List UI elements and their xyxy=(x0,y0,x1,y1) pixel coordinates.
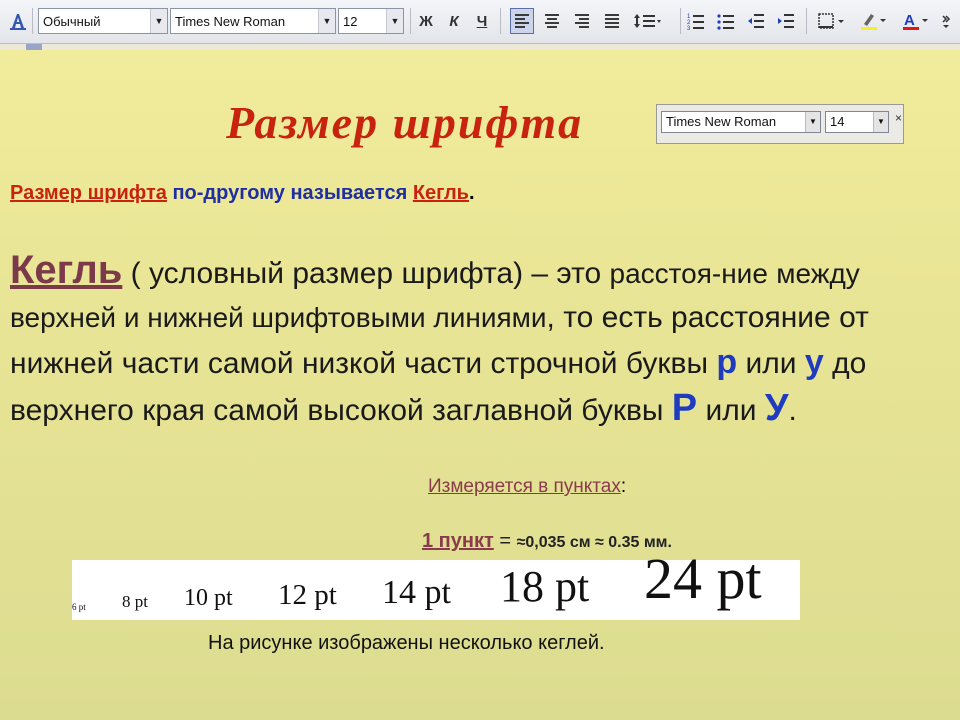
borders-icon xyxy=(818,13,844,29)
svg-text:3: 3 xyxy=(687,26,691,30)
font-size-samples: 6 pt 8 pt 10 pt 12 pt 14 pt 18 pt 24 pt xyxy=(72,546,800,620)
align-left-icon xyxy=(515,14,529,28)
chevron-down-icon[interactable]: ▼ xyxy=(318,9,335,33)
numbered-list-button[interactable]: 123 xyxy=(684,8,708,34)
measured-link[interactable]: Измеряется в пунктах xyxy=(428,476,621,497)
justify-button[interactable] xyxy=(600,8,624,34)
upper-p: Р xyxy=(671,387,698,429)
increase-indent-button[interactable] xyxy=(774,8,798,34)
size-sample-8pt: 8 pt xyxy=(122,592,148,611)
styles-icon[interactable] xyxy=(6,8,30,34)
figure-caption: На рисунке изображены несколько кеглей. xyxy=(208,632,605,654)
intro-middle: по-другому называется xyxy=(166,182,413,204)
formatting-toolbar: Обычный ▼ Times New Roman ▼ 12 ▼ Ж К Ч 1… xyxy=(0,0,960,44)
font-size-select[interactable]: 12 ▼ xyxy=(338,8,404,34)
font-size-value: 12 xyxy=(343,13,358,29)
intro-line: Размер шрифта по-другому называется Кегл… xyxy=(10,182,475,205)
point-definition: 1 пункт = ≈0,035 см ≈ 0.35 мм. xyxy=(422,530,672,553)
style-select[interactable]: Обычный ▼ xyxy=(38,8,168,34)
intro-end: . xyxy=(468,182,475,204)
point-link[interactable]: 1 пункт xyxy=(422,530,494,552)
chevron-down-icon[interactable]: ▼ xyxy=(386,9,403,33)
highlight-icon xyxy=(861,14,886,30)
slide-title: Размер шрифта xyxy=(226,97,584,148)
decrease-indent-button[interactable] xyxy=(744,8,768,34)
kegl-term[interactable]: Кегль xyxy=(10,248,122,292)
font-color-button[interactable]: A xyxy=(898,8,934,34)
increase-indent-icon xyxy=(778,14,794,28)
mini-font-value: Times New Roman xyxy=(666,114,777,129)
line-spacing-button[interactable] xyxy=(630,8,666,34)
def-part1: ( условный размер шрифта) – это xyxy=(122,257,610,290)
highlight-button[interactable] xyxy=(856,8,892,34)
line-spacing-icon xyxy=(634,14,661,28)
def-end: . xyxy=(788,394,797,427)
definition-paragraph: Кегль ( условный размер шрифта) – это ра… xyxy=(10,248,950,433)
font-select-value: Times New Roman xyxy=(175,13,286,29)
align-center-icon xyxy=(545,14,559,28)
italic-button[interactable]: К xyxy=(442,8,466,34)
align-left-button[interactable] xyxy=(510,8,534,34)
decrease-indent-icon xyxy=(748,14,764,28)
toolbar-options-icon[interactable] xyxy=(936,8,956,34)
chevron-down-icon: ▼ xyxy=(873,112,888,132)
mini-size-select: 14 ▼ xyxy=(825,111,889,133)
bulleted-list-icon xyxy=(717,14,734,30)
size-sample-6pt: 6 pt xyxy=(72,602,86,612)
chevron-down-icon[interactable]: ▼ xyxy=(150,9,167,33)
font-select[interactable]: Times New Roman ▼ xyxy=(170,8,336,34)
svg-text:A: A xyxy=(904,12,915,29)
lower-p: р xyxy=(716,343,738,381)
def-part1-small: расстоя-ние xyxy=(609,258,768,289)
term-link[interactable]: Размер шрифта xyxy=(10,182,167,204)
underline-button[interactable]: Ч xyxy=(470,8,494,34)
justify-icon xyxy=(605,14,619,28)
point-eq: = xyxy=(493,530,517,552)
mini-font-toolbar: Times New Roman ▼ 14 ▼ × xyxy=(656,104,904,144)
size-sample-14pt: 14 pt xyxy=(382,574,451,611)
close-icon: × xyxy=(895,111,903,125)
style-select-value: Обычный xyxy=(43,13,101,29)
def-or2: или xyxy=(697,394,765,427)
align-center-button[interactable] xyxy=(540,8,564,34)
toolbar-bottom-strip xyxy=(0,44,960,50)
bold-button[interactable]: Ж xyxy=(414,8,438,34)
bulleted-list-button[interactable] xyxy=(714,8,738,34)
kegl-link[interactable]: Кегль xyxy=(413,182,469,204)
borders-button[interactable] xyxy=(814,8,850,34)
def-or1: или xyxy=(737,347,805,380)
size-sample-18pt: 18 pt xyxy=(500,562,590,611)
upper-u: У xyxy=(764,387,789,429)
measured-colon: : xyxy=(620,476,627,497)
lower-u: у xyxy=(804,343,824,381)
align-right-button[interactable] xyxy=(570,8,594,34)
size-sample-24pt: 24 pt xyxy=(644,546,762,611)
size-sample-10pt: 10 pt xyxy=(184,585,233,611)
align-right-icon xyxy=(575,14,589,28)
numbered-list-icon: 123 xyxy=(687,14,704,30)
mini-size-value: 14 xyxy=(830,114,845,129)
size-sample-12pt: 12 pt xyxy=(278,579,337,611)
font-color-icon: A xyxy=(903,12,928,30)
chevron-down-icon: ▼ xyxy=(805,112,820,132)
measured-note: Измеряется в пунктах: xyxy=(428,476,626,498)
mini-font-select: Times New Roman ▼ xyxy=(661,111,821,133)
